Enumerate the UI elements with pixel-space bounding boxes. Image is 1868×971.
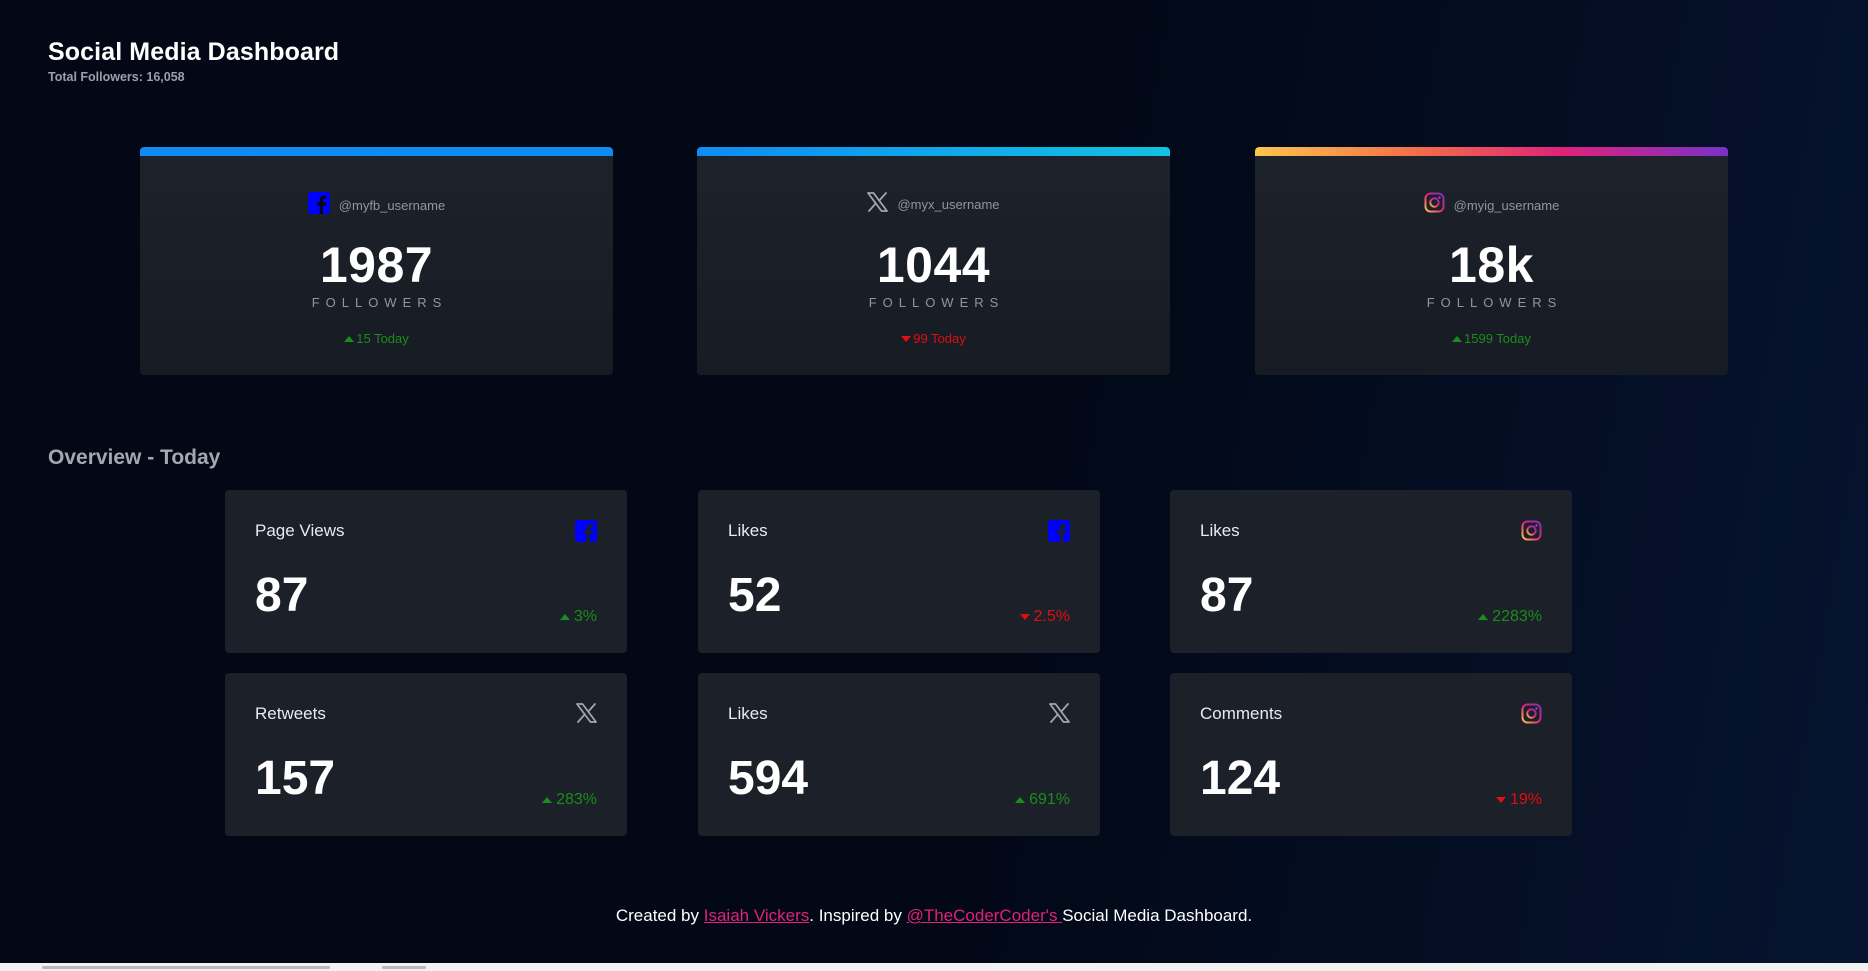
today-change: 1599 Today bbox=[1255, 331, 1728, 346]
facebook-icon bbox=[307, 192, 330, 219]
x-icon bbox=[1049, 703, 1070, 728]
tile-change-text: 691% bbox=[1029, 791, 1070, 808]
card-accent-bar bbox=[1255, 147, 1728, 156]
today-change: 15 Today bbox=[140, 331, 613, 346]
instagram-icon bbox=[1424, 192, 1445, 218]
today-change-text: 1599 Today bbox=[1464, 331, 1531, 346]
tile-change-text: 283% bbox=[556, 791, 597, 808]
scrollbar-segment bbox=[42, 966, 330, 969]
author-link[interactable]: Isaiah Vickers bbox=[704, 906, 810, 925]
handle-row: @myfb_username bbox=[140, 192, 613, 219]
up-arrow-icon bbox=[559, 614, 570, 620]
x-icon bbox=[576, 703, 597, 728]
tile-change-text: 3% bbox=[573, 608, 597, 625]
followers-label: FOLLOWERS bbox=[311, 295, 448, 310]
tile-value: 52 bbox=[728, 569, 782, 622]
tile-change: 283% bbox=[542, 791, 597, 809]
follower-card-x: @myx_username 1044 FOLLOWERS 99 Today bbox=[697, 147, 1170, 375]
footer-suffix: Social Media Dashboard. bbox=[1062, 906, 1253, 925]
footer-middle: . Inspired by bbox=[809, 906, 907, 925]
footer-prefix: Created by bbox=[615, 906, 704, 925]
card-accent-bar bbox=[140, 147, 613, 156]
inspiration-link[interactable]: @TheCoderCoder's bbox=[907, 906, 1063, 925]
down-arrow-icon bbox=[901, 335, 912, 342]
tile-change-text: 2.5% bbox=[1033, 608, 1070, 625]
down-arrow-icon bbox=[1019, 614, 1030, 620]
tile-change: 2.5% bbox=[1019, 608, 1070, 626]
instagram-icon bbox=[1521, 520, 1542, 546]
up-arrow-icon bbox=[1478, 614, 1489, 620]
card-handle[interactable]: @myx_username bbox=[897, 197, 999, 212]
footer: Created by Isaiah Vickers. Inspired by @… bbox=[0, 906, 1868, 926]
overview-tile: Likes 52 2.5% bbox=[698, 490, 1100, 653]
up-arrow-icon bbox=[1015, 797, 1026, 803]
overview-tile: Retweets 157 283% bbox=[225, 673, 627, 836]
tile-metric: Likes bbox=[1200, 521, 1240, 540]
up-arrow-icon bbox=[344, 335, 355, 342]
window-bottom-edge bbox=[0, 963, 1868, 971]
tile-metric: Page Views bbox=[255, 521, 345, 540]
card-handle[interactable]: @myig_username bbox=[1454, 198, 1560, 213]
overview-title: Overview - Today bbox=[48, 446, 221, 469]
card-accent-bar bbox=[697, 147, 1170, 156]
tile-metric: Likes bbox=[728, 521, 768, 540]
handle-row: @myig_username bbox=[1255, 192, 1728, 218]
up-arrow-icon bbox=[542, 797, 553, 803]
instagram-icon bbox=[1521, 703, 1542, 729]
facebook-icon bbox=[1048, 520, 1070, 547]
facebook-icon bbox=[575, 520, 597, 547]
follower-card-facebook: @myfb_username 1987 FOLLOWERS 15 Today bbox=[140, 147, 613, 375]
follower-count: 1044 bbox=[876, 237, 991, 293]
tile-change: 691% bbox=[1015, 791, 1070, 809]
tile-metric: Likes bbox=[728, 704, 768, 723]
follower-count: 18k bbox=[1449, 237, 1534, 293]
page-title: Social Media Dashboard bbox=[48, 38, 340, 66]
header: Social Media Dashboard Total Followers: … bbox=[48, 38, 339, 84]
total-followers: Total Followers: 16,058 bbox=[48, 70, 185, 84]
card-handle[interactable]: @myfb_username bbox=[339, 198, 445, 213]
tile-value: 87 bbox=[1200, 569, 1254, 622]
tile-change-text: 19% bbox=[1509, 791, 1542, 808]
tile-change: 19% bbox=[1495, 791, 1542, 809]
overview-tile: Likes 87 2283% bbox=[1170, 490, 1572, 653]
followers-label: FOLLOWERS bbox=[868, 295, 1005, 310]
tile-metric: Retweets bbox=[255, 704, 326, 723]
today-change-text: 99 Today bbox=[913, 331, 966, 346]
scrollbar-segment bbox=[382, 966, 426, 969]
x-icon bbox=[867, 192, 889, 217]
follower-card-instagram: @myig_username 18k FOLLOWERS 1599 Today bbox=[1255, 147, 1728, 375]
overview-tile: Comments 124 19% bbox=[1170, 673, 1572, 836]
handle-row: @myx_username bbox=[697, 192, 1170, 217]
tile-value: 157 bbox=[255, 752, 336, 805]
tile-value: 124 bbox=[1200, 752, 1281, 805]
tile-change: 3% bbox=[559, 608, 597, 626]
followers-label: FOLLOWERS bbox=[1426, 295, 1563, 310]
tile-change: 2283% bbox=[1478, 608, 1542, 626]
dashboard-page: Social Media Dashboard Total Followers: … bbox=[0, 0, 1868, 963]
overview-tile: Likes 594 691% bbox=[698, 673, 1100, 836]
today-change-text: 15 Today bbox=[356, 331, 409, 346]
overview-tile: Page Views 87 3% bbox=[225, 490, 627, 653]
today-change: 99 Today bbox=[697, 331, 1170, 346]
tile-change-text: 2283% bbox=[1492, 608, 1542, 625]
follower-count: 1987 bbox=[319, 237, 434, 293]
down-arrow-icon bbox=[1495, 797, 1506, 803]
up-arrow-icon bbox=[1452, 335, 1462, 342]
tile-value: 87 bbox=[255, 569, 309, 622]
tile-value: 594 bbox=[728, 752, 809, 805]
tile-metric: Comments bbox=[1200, 704, 1283, 723]
